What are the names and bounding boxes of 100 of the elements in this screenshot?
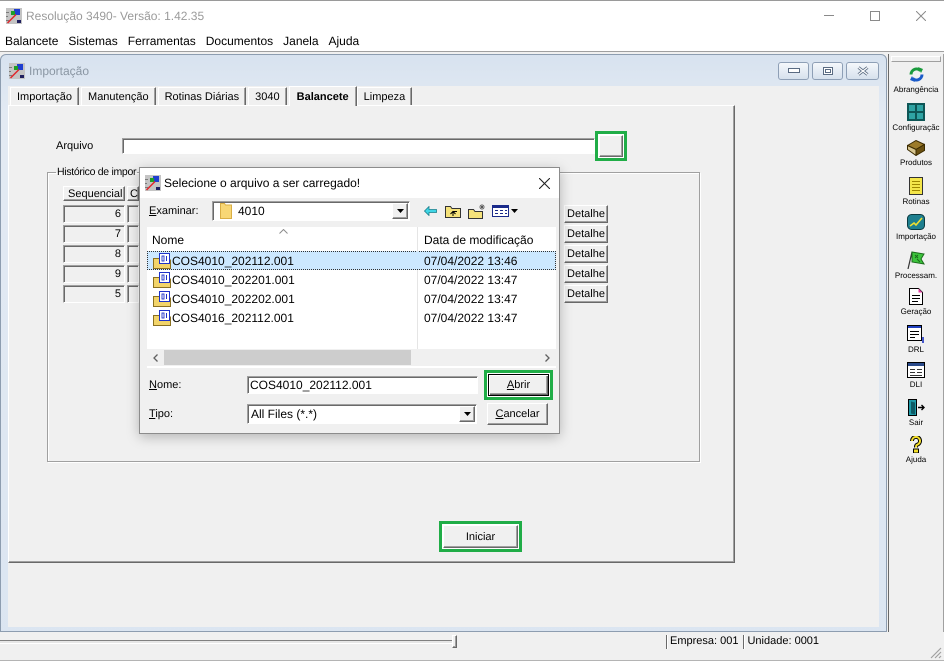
- menu-item[interactable]: Documentos: [200, 31, 278, 50]
- file-row[interactable]: COS4010_202201.001 07/04/2022 13:47: [147, 270, 556, 289]
- app-icon: [6, 8, 22, 24]
- minimize-button[interactable]: [778, 62, 809, 80]
- status-text: Unidade: 0001: [743, 635, 824, 649]
- group-title: Histórico de impor: [56, 166, 138, 178]
- column-header[interactable]: Nome: [147, 227, 417, 252]
- file-name: COS4010_202201.001: [172, 272, 295, 286]
- panel-splitter: [452, 635, 457, 648]
- list-document-icon: [907, 325, 925, 343]
- menu-item[interactable]: Ajuda: [324, 31, 364, 50]
- notepad-icon: [909, 177, 923, 195]
- restore-button[interactable]: [812, 62, 843, 80]
- toolbar-button[interactable]: Produtos: [889, 136, 943, 173]
- close-icon: [856, 66, 868, 76]
- toolbar-button[interactable]: Abrangência: [889, 62, 943, 99]
- tab[interactable]: Limpeza: [356, 87, 412, 105]
- minimize-icon: [824, 15, 834, 16]
- field-label: Arquivo: [56, 140, 94, 152]
- flag-icon: [907, 251, 925, 269]
- table-cell: 8: [63, 245, 125, 263]
- tab[interactable]: Balancete: [288, 86, 357, 106]
- table-cell: 9: [63, 265, 125, 283]
- dropdown-button[interactable]: [392, 203, 408, 219]
- file-name: COS4010_202112.001: [172, 254, 294, 268]
- new-folder-icon[interactable]: [468, 204, 486, 218]
- file-name: COS4010_202202.001: [172, 292, 295, 306]
- toolbar-button[interactable]: Importação: [889, 210, 943, 247]
- file-icon: [153, 272, 171, 288]
- status-text: Empresa: 001: [666, 635, 742, 649]
- detail-button[interactable]: Detalhe: [564, 245, 608, 263]
- circular-arrows-icon: [908, 66, 924, 83]
- detail-button[interactable]: Detalhe: [564, 285, 608, 303]
- file-name-field[interactable]: COS4010_202112.001: [247, 376, 478, 394]
- chart-icon: [907, 214, 925, 230]
- file-date: 07/04/2022 13:47: [423, 292, 518, 306]
- window-list-icon: [907, 362, 925, 378]
- table-cell: 7: [63, 225, 125, 243]
- dropdown-button[interactable]: [459, 406, 475, 422]
- tab[interactable]: Rotinas Diárias: [158, 87, 246, 105]
- file-date: 07/04/2022 13:46: [423, 254, 518, 268]
- field-label: Nome:: [148, 379, 182, 391]
- folder-icon: [220, 203, 232, 219]
- toolbar-button[interactable]: Rotinas: [889, 173, 943, 210]
- toolbar-button[interactable]: DRL: [889, 321, 943, 358]
- file-row[interactable]: COS4016_202112.001 07/04/2022 13:47: [147, 308, 556, 327]
- field-label: Examinar:: [148, 205, 200, 217]
- tab[interactable]: 3040: [248, 87, 287, 105]
- dialog-title: Selecione o arquivo a ser carregado!: [164, 176, 360, 190]
- menu-item[interactable]: Balancete: [0, 31, 64, 50]
- left-chevron-icon: [153, 354, 158, 362]
- tab[interactable]: Manutenção: [81, 87, 156, 105]
- up-folder-icon[interactable]: [445, 204, 461, 218]
- file-name: COS4016_202112.001: [172, 310, 294, 324]
- menu-item[interactable]: Sistemas: [63, 31, 123, 50]
- file-row[interactable]: COS4010_202112.001 07/04/2022 13:46: [147, 251, 556, 270]
- detail-button[interactable]: Detalhe: [564, 265, 608, 283]
- toolbar-button[interactable]: Configuraçãc: [889, 99, 943, 136]
- caret-icon: [396, 209, 404, 213]
- minimize-icon: [788, 68, 800, 73]
- help-icon: [910, 436, 922, 453]
- tab[interactable]: Importação: [10, 87, 80, 105]
- resize-grip-icon: [930, 647, 942, 659]
- close-icon: [538, 178, 550, 188]
- box-icon: [907, 140, 925, 156]
- window-title: Resolução 3490- Versão: 1.42.35: [26, 8, 204, 22]
- field-label: Tipo:: [148, 408, 174, 420]
- file-icon: [153, 310, 171, 326]
- column-header: C: [127, 186, 139, 201]
- folder-combo[interactable]: 4010: [212, 201, 410, 221]
- file-date: 07/04/2022 13:47: [423, 310, 518, 324]
- open-button[interactable]: Abrir: [488, 374, 549, 396]
- start-button[interactable]: Iniciar: [443, 525, 518, 548]
- horizontal-scrollbar[interactable]: [147, 349, 556, 366]
- toolbar-button[interactable]: Processam.: [889, 247, 943, 284]
- caret-icon: [464, 412, 470, 416]
- app-icon: [145, 175, 161, 191]
- view-menu-icon[interactable]: [492, 205, 518, 217]
- file-row[interactable]: COS4010_202202.001 07/04/2022 13:47: [147, 289, 556, 308]
- toolbar-button[interactable]: DLI: [889, 358, 943, 395]
- file-type-combo[interactable]: All Files (*.*): [247, 404, 477, 424]
- file-icon: [153, 252, 171, 268]
- table-cell: 6: [63, 205, 125, 223]
- app-icon: [9, 62, 25, 78]
- toolbar-button[interactable]: Sair: [889, 395, 943, 432]
- back-arrow-icon[interactable]: [424, 206, 437, 216]
- detail-button[interactable]: Detalhe: [564, 205, 608, 223]
- menu-item[interactable]: Ferramentas: [122, 31, 201, 50]
- detail-button[interactable]: Detalhe: [564, 225, 608, 243]
- document-icon: [909, 288, 923, 305]
- restore-icon: [822, 66, 832, 74]
- cancel-button[interactable]: Cancelar: [487, 403, 548, 425]
- toolbar-button[interactable]: Geração: [889, 284, 943, 321]
- maximize-icon: [870, 10, 880, 20]
- menu-item[interactable]: Janela: [278, 31, 324, 50]
- scrollbar-thumb[interactable]: [164, 350, 411, 365]
- toolbar-button[interactable]: Ajuda: [889, 432, 943, 469]
- table-cell: 5: [63, 285, 125, 303]
- exit-door-icon: [908, 399, 924, 416]
- file-path-field[interactable]: [122, 138, 595, 154]
